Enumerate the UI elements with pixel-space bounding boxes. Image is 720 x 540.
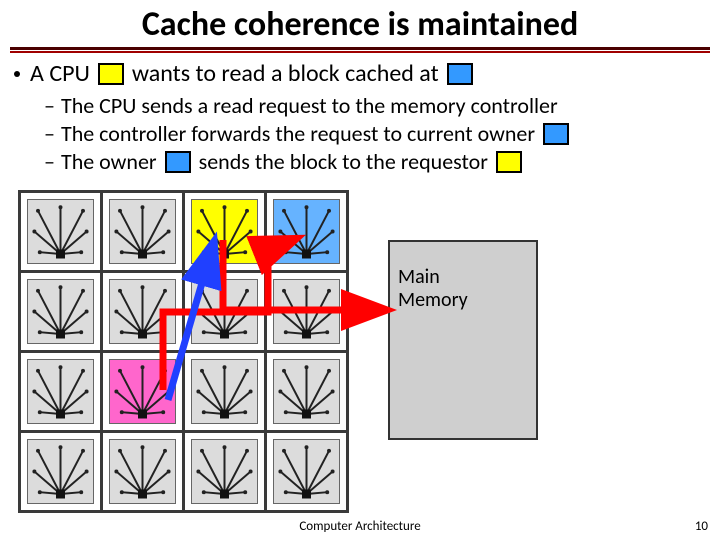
sub-text-2: The controller forwards the request to c… xyxy=(61,120,535,147)
main-bullet: A CPU wants to read a block cached at xyxy=(10,59,720,88)
bullet-text-2: wants to read a block cached at xyxy=(132,59,439,88)
sub-bullet-3: – The owner sends the block to the reque… xyxy=(44,148,720,175)
cpu-chip-yellow-icon xyxy=(98,63,124,85)
cpu-chip-blue-icon xyxy=(447,63,473,85)
grid-cell-yellow xyxy=(184,192,266,272)
footer-label: Computer Architecture xyxy=(0,519,720,534)
grid-cell-3-1 xyxy=(102,432,184,512)
grid-cell-3-0 xyxy=(20,432,102,512)
sub-bullet-1: – The CPU sends a read request to the me… xyxy=(44,92,720,119)
requestor-chip-yellow-icon xyxy=(496,151,522,173)
dash-icon: – xyxy=(44,92,55,119)
grid-cell-pink xyxy=(102,352,184,432)
sub-text-3a: The owner xyxy=(61,148,157,175)
dash-icon: – xyxy=(44,120,55,147)
grid-cell-1-1 xyxy=(102,272,184,352)
grid-cell-1-2 xyxy=(184,272,266,352)
sub-bullet-2: – The controller forwards the request to… xyxy=(44,120,720,147)
sub-text-1: The CPU sends a read request to the memo… xyxy=(61,92,558,119)
page-number: 10 xyxy=(695,519,708,534)
grid-cell-0-1 xyxy=(102,192,184,272)
sub-text-3b: sends the block to the requestor xyxy=(199,148,488,175)
grid-cell-2-0 xyxy=(20,352,102,432)
grid-cell-3-2 xyxy=(184,432,266,512)
sub-bullet-list: – The CPU sends a read request to the me… xyxy=(44,92,720,175)
grid-cell-2-3 xyxy=(266,352,348,432)
dash-icon: – xyxy=(44,148,55,175)
diagram-area: MainMemory xyxy=(18,190,698,510)
main-memory-box: MainMemory xyxy=(388,240,538,440)
grid-cell-2-2 xyxy=(184,352,266,432)
title-underline xyxy=(10,47,710,51)
main-memory-label: MainMemory xyxy=(398,266,528,312)
owner-chip-blue-icon xyxy=(543,123,569,145)
grid-cell-blue xyxy=(266,192,348,272)
bullet-dot-icon xyxy=(14,71,20,77)
owner-chip-blue2-icon xyxy=(165,151,191,173)
slide-title: Cache coherence is maintained xyxy=(0,0,720,47)
grid-cell-0-0 xyxy=(20,192,102,272)
grid-cell-1-3 xyxy=(266,272,348,352)
cpu-grid xyxy=(18,190,349,513)
bullet-text-1: A CPU xyxy=(30,59,90,88)
grid-cell-3-3 xyxy=(266,432,348,512)
grid-cell-1-0 xyxy=(20,272,102,352)
